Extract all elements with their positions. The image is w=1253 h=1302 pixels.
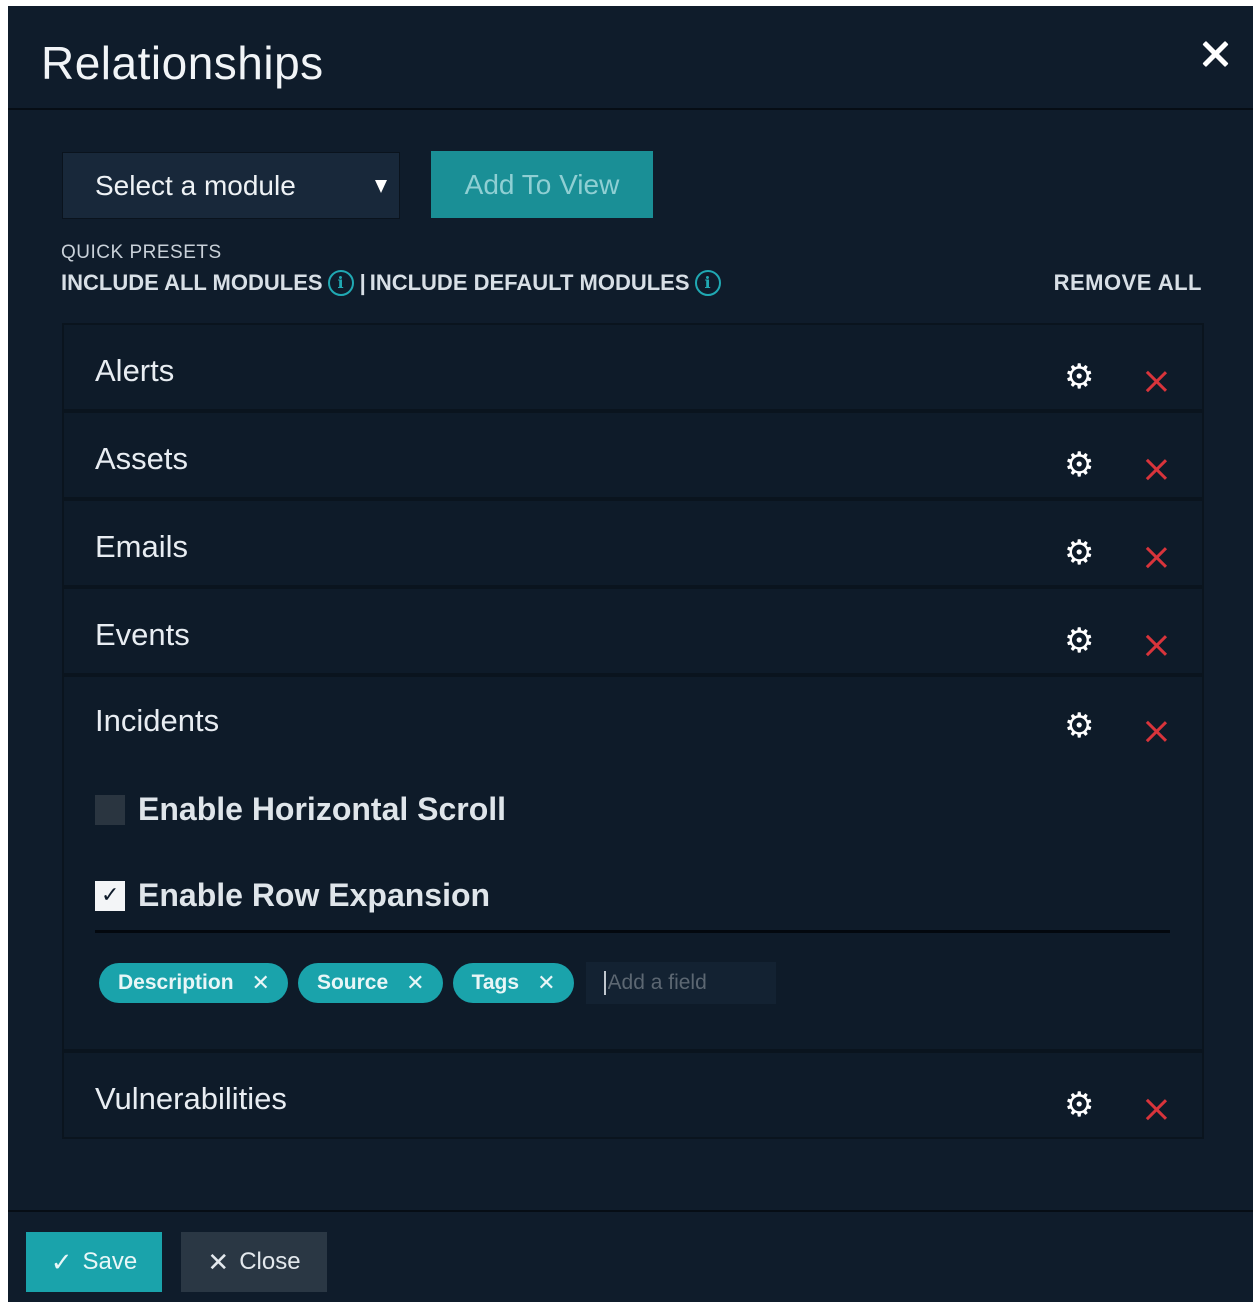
module-row-alerts: Alerts ⚙ <box>62 323 1204 411</box>
gear-icon[interactable]: ⚙ <box>1064 536 1094 570</box>
remove-module-icon[interactable] <box>1144 633 1168 657</box>
field-tag: Description ✕ <box>99 963 288 1003</box>
module-row-vulnerabilities: Vulnerabilities ⚙ <box>62 1051 1204 1139</box>
divider <box>95 930 1170 933</box>
field-tag-label: Description <box>118 971 234 994</box>
field-tag-list: Description ✕ Source ✕ Tags ✕ <box>99 962 776 1004</box>
row-expansion-label: Enable Row Expansion <box>138 877 491 913</box>
remove-module-icon[interactable] <box>1144 369 1168 393</box>
remove-tag-icon[interactable]: ✕ <box>252 970 270 996</box>
remove-module-icon[interactable] <box>1144 1097 1168 1121</box>
text-cursor <box>603 971 606 995</box>
dialog-title: Relationships <box>41 37 324 89</box>
module-name: Assets <box>95 441 189 476</box>
close-button-label: Close <box>239 1248 301 1275</box>
field-input-wrapper <box>584 962 776 1004</box>
module-name: Alerts <box>95 353 175 388</box>
remove-tag-icon[interactable]: ✕ <box>406 970 424 996</box>
module-row-incidents: Incidents ⚙ Enable Horizontal Scroll Ena… <box>62 675 1204 1051</box>
module-list: Alerts ⚙ Assets ⚙ Emails ⚙ Events ⚙ Inci… <box>62 323 1204 1139</box>
field-tag: Source ✕ <box>297 963 443 1003</box>
info-icon[interactable]: i <box>327 270 354 296</box>
remove-module-icon[interactable] <box>1144 719 1168 743</box>
close-icon[interactable] <box>1195 34 1235 74</box>
check-icon: ✓ <box>50 1246 73 1277</box>
include-default-modules-link[interactable]: INCLUDE DEFAULT MODULES <box>370 270 690 296</box>
include-all-modules-link[interactable]: INCLUDE ALL MODULES <box>61 270 323 296</box>
module-name: Incidents <box>95 703 220 738</box>
remove-all-link[interactable]: REMOVE ALL <box>1054 270 1202 296</box>
horizontal-scroll-option[interactable]: Enable Horizontal Scroll <box>95 791 506 828</box>
caret-down-icon <box>375 180 387 193</box>
module-name: Events <box>95 617 190 652</box>
preset-separator: | <box>359 270 366 295</box>
gear-icon[interactable]: ⚙ <box>1064 1088 1094 1122</box>
remove-module-icon[interactable] <box>1144 545 1168 569</box>
gear-icon[interactable]: ⚙ <box>1064 360 1094 394</box>
remove-module-icon[interactable] <box>1144 457 1168 481</box>
module-row-assets: Assets ⚙ <box>62 411 1204 499</box>
module-select[interactable]: Select a module <box>62 152 400 219</box>
gear-icon[interactable]: ⚙ <box>1064 448 1094 482</box>
dialog-header: Relationships <box>8 6 1253 110</box>
module-name: Emails <box>95 529 189 564</box>
gear-icon[interactable]: ⚙ <box>1064 624 1094 658</box>
add-field-input[interactable] <box>585 962 776 1004</box>
relationships-dialog: Relationships Select a module Add To Vie… <box>8 6 1253 1302</box>
save-button[interactable]: ✓ Save <box>26 1232 162 1292</box>
module-row-events: Events ⚙ <box>62 587 1204 675</box>
quick-presets: INCLUDE ALL MODULES i | INCLUDE DEFAULT … <box>61 270 721 296</box>
field-tag-label: Source <box>316 971 389 994</box>
row-expansion-option[interactable]: Enable Row Expansion <box>95 877 490 914</box>
dialog-footer: ✓ Save ✕ Close <box>8 1210 1253 1302</box>
row-expansion-checkbox[interactable] <box>95 880 125 911</box>
remove-tag-icon[interactable]: ✕ <box>537 970 555 996</box>
module-row-emails: Emails ⚙ <box>62 499 1204 587</box>
quick-presets-label: QUICK PRESETS <box>61 242 222 263</box>
module-name: Vulnerabilities <box>95 1081 287 1116</box>
add-to-view-button[interactable]: Add To View <box>431 151 653 218</box>
horizontal-scroll-checkbox[interactable] <box>95 794 125 825</box>
info-icon[interactable]: i <box>694 270 721 296</box>
field-tag-label: Tags <box>471 971 520 994</box>
field-tag: Tags ✕ <box>452 963 574 1003</box>
close-button[interactable]: ✕ Close <box>181 1232 327 1292</box>
gear-icon[interactable]: ⚙ <box>1064 709 1094 743</box>
horizontal-scroll-label: Enable Horizontal Scroll <box>138 791 507 827</box>
save-button-label: Save <box>82 1248 138 1275</box>
close-icon: ✕ <box>207 1246 230 1277</box>
module-select-value: Select a module <box>95 169 296 201</box>
